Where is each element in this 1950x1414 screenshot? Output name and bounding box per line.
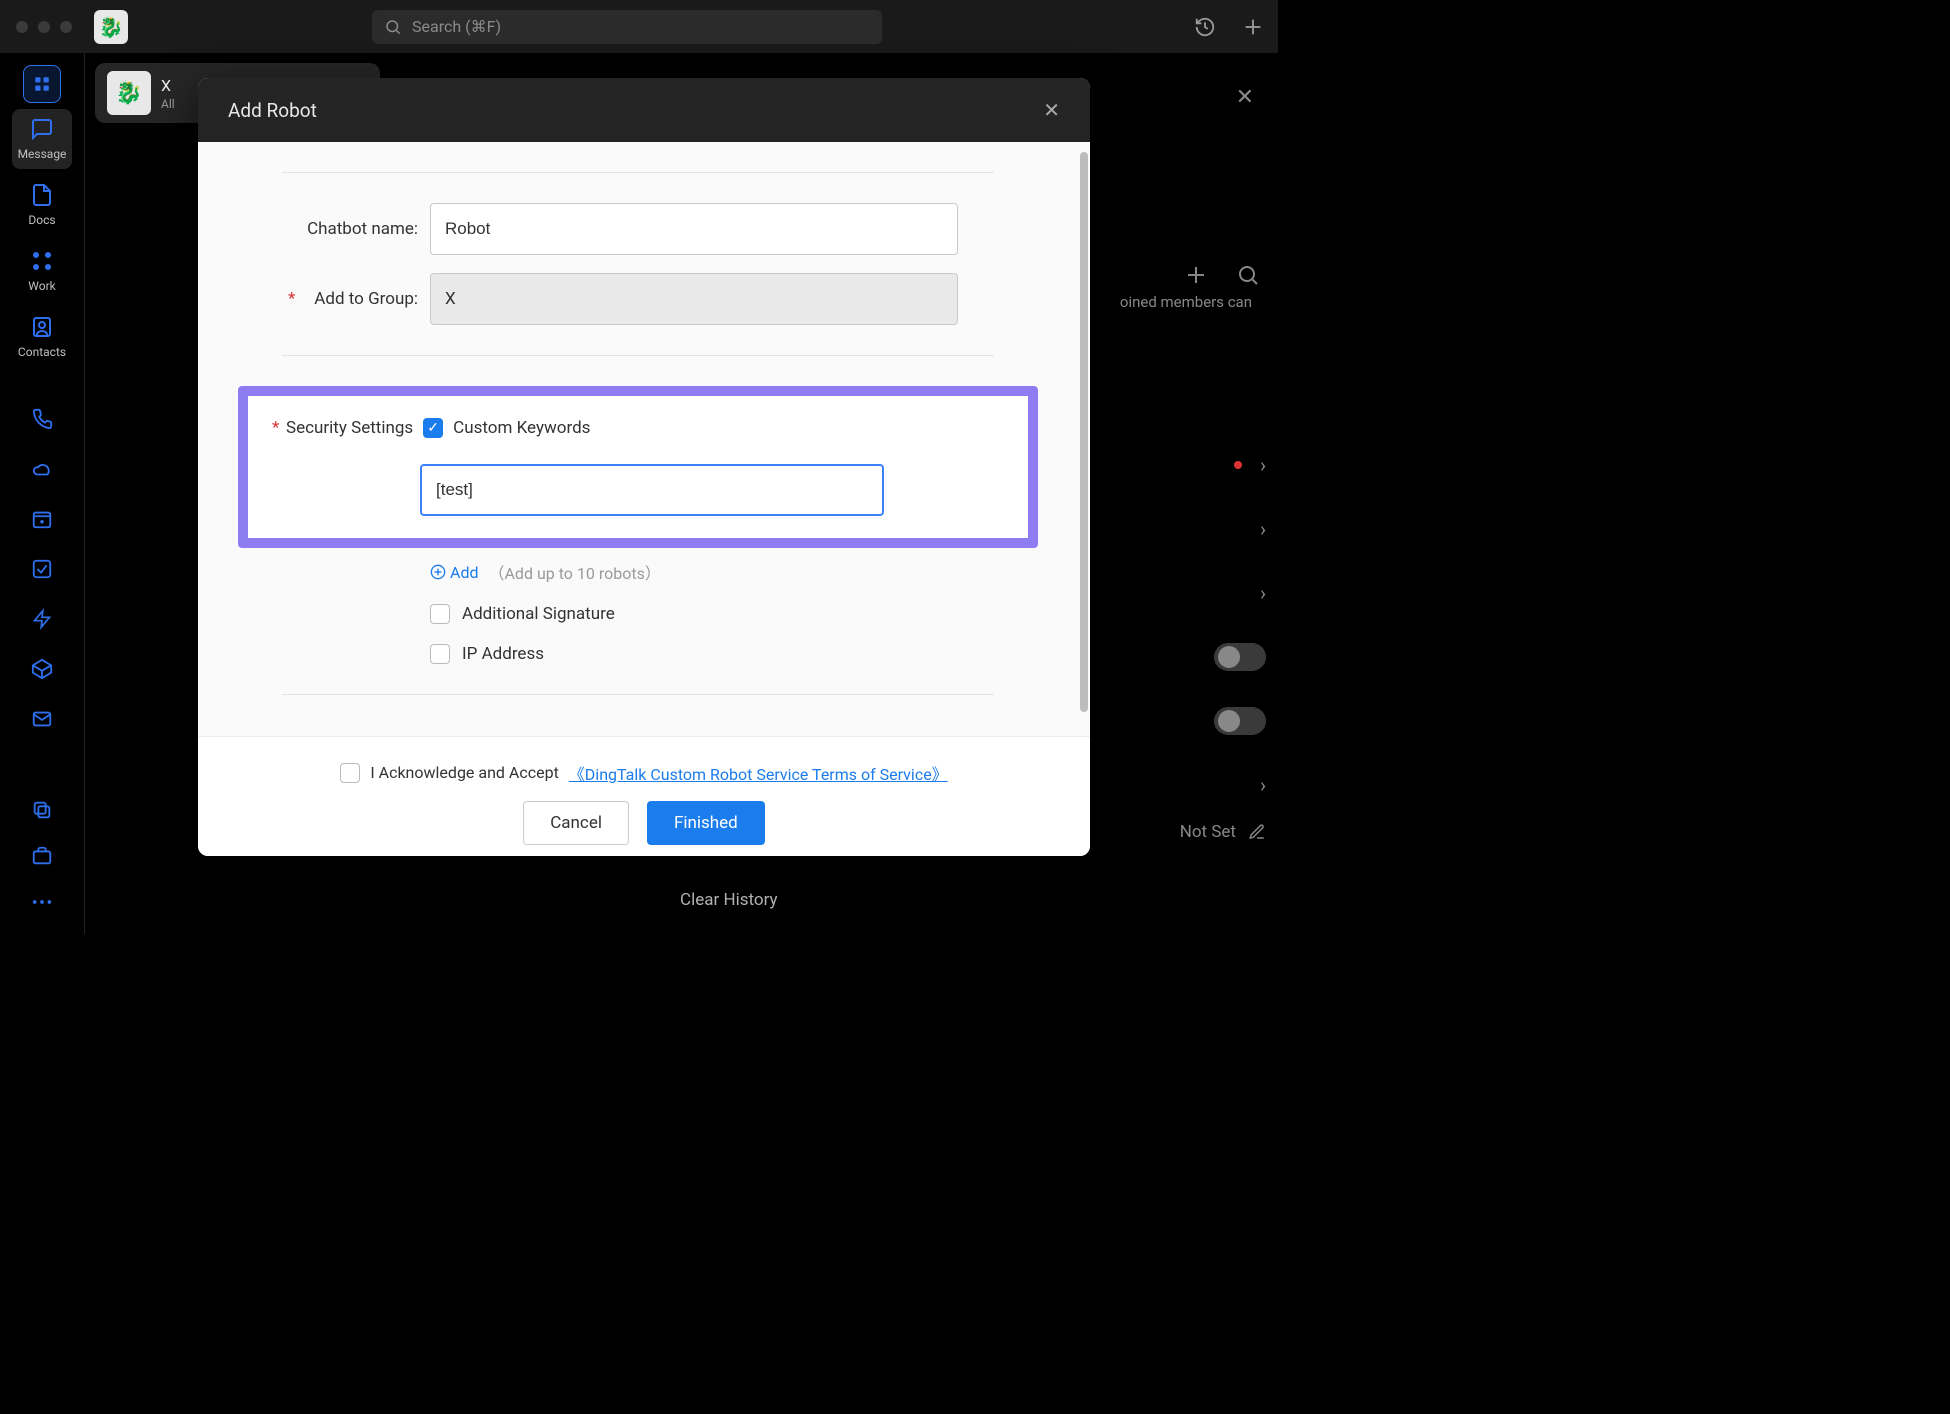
search-placeholder: Search (⌘F) — [412, 17, 501, 36]
hint-text: oined members can — [1120, 293, 1252, 311]
sidebar-item-work[interactable]: Work — [12, 241, 72, 301]
close-window-dot[interactable] — [16, 21, 28, 33]
avatar: 🐉 — [107, 71, 151, 115]
apps-grid-icon[interactable] — [23, 65, 61, 103]
security-settings-label: Security Settings — [286, 418, 413, 438]
custom-keywords-checkbox[interactable]: ✓ — [423, 418, 443, 438]
sidebar-item-docs[interactable]: Docs — [12, 175, 72, 235]
plus-icon[interactable] — [1242, 16, 1264, 38]
sidebar-item-label: Docs — [28, 213, 55, 227]
chevron-right-icon: › — [1260, 581, 1266, 605]
terms-link[interactable]: 《DingTalk Custom Robot Service Terms of … — [569, 761, 948, 785]
chevron-right-icon: › — [1260, 517, 1266, 541]
notification-dot-icon — [1234, 461, 1242, 469]
plus-circle-icon — [430, 564, 446, 580]
sidebar-item-contacts[interactable]: Contacts — [12, 307, 72, 367]
cancel-button[interactable]: Cancel — [523, 801, 629, 845]
check-icon[interactable] — [12, 547, 72, 591]
cloud-icon[interactable] — [12, 447, 72, 491]
additional-signature-label: Additional Signature — [462, 604, 615, 624]
additional-signature-checkbox[interactable] — [430, 604, 450, 624]
close-icon[interactable]: ✕ — [1043, 98, 1060, 122]
modal-body: Chatbot name: Add to Group: X Security S… — [198, 142, 1090, 736]
mail-icon[interactable] — [12, 697, 72, 741]
search-icon — [384, 18, 402, 36]
scrollbar[interactable] — [1080, 152, 1088, 712]
group-readonly: X — [430, 273, 958, 325]
plus-icon[interactable] — [1184, 263, 1208, 287]
search-input[interactable]: Search (⌘F) — [372, 10, 882, 44]
minimize-window-dot[interactable] — [38, 21, 50, 33]
toggle[interactable] — [1214, 707, 1266, 735]
modal-header: Add Robot ✕ — [198, 78, 1090, 142]
chat-title: X — [161, 76, 175, 95]
add-robot-modal: Add Robot ✕ Chatbot name: Add to Group: … — [198, 78, 1090, 856]
ip-address-label: IP Address — [462, 644, 544, 664]
acknowledge-checkbox[interactable] — [340, 763, 360, 783]
close-icon[interactable]: ✕ — [1236, 85, 1254, 110]
copy-icon[interactable] — [12, 788, 72, 832]
sidebar-item-message[interactable]: Message — [12, 109, 72, 169]
window-controls — [16, 21, 72, 33]
sidebar-item-label: Work — [28, 279, 55, 293]
briefcase-icon[interactable] — [12, 834, 72, 878]
divider — [282, 694, 994, 695]
work-icon — [30, 249, 54, 273]
custom-keywords-label: Custom Keywords — [453, 418, 590, 438]
add-keyword-button[interactable]: Add — [430, 563, 478, 582]
sidebar-item-label: Contacts — [18, 345, 66, 359]
finished-label: Finished — [674, 813, 738, 833]
add-to-group-label: Add to Group: — [282, 289, 430, 309]
sidebar: Message Docs Work Contacts — [0, 53, 85, 934]
chat-subtitle: All — [161, 97, 175, 111]
detail-row-clear-history[interactable]: Clear History — [680, 866, 1266, 934]
search-icon[interactable] — [1236, 263, 1260, 287]
chevron-right-icon: › — [1260, 453, 1266, 477]
cancel-label: Cancel — [550, 813, 602, 833]
box-icon[interactable] — [12, 647, 72, 691]
sidebar-item-label: Message — [18, 147, 67, 161]
contacts-icon — [30, 315, 54, 339]
calendar-icon[interactable] — [12, 497, 72, 541]
modal-footer: I Acknowledge and Accept 《DingTalk Custo… — [198, 736, 1090, 856]
history-icon[interactable] — [1194, 16, 1216, 38]
chevron-right-icon: › — [1260, 773, 1266, 797]
modal-title: Add Robot — [228, 99, 317, 122]
more-icon[interactable] — [12, 880, 72, 924]
row-label: Clear History — [680, 890, 778, 910]
chatbot-name-label: Chatbot name: — [282, 219, 430, 239]
group-value: X — [445, 289, 456, 309]
docs-icon — [30, 183, 54, 207]
chat-icon — [30, 117, 54, 141]
app-logo: 🐉 — [94, 10, 128, 44]
divider — [282, 355, 994, 356]
flash-icon[interactable] — [12, 597, 72, 641]
security-settings-highlight: Security Settings ✓ Custom Keywords — [238, 386, 1038, 548]
ip-address-checkbox[interactable] — [430, 644, 450, 664]
titlebar: 🐉 Search (⌘F) — [0, 0, 1278, 53]
zoom-window-dot[interactable] — [60, 21, 72, 33]
add-note: （Add up to 10 robots） — [488, 560, 660, 584]
keyword-input[interactable] — [420, 464, 884, 516]
acknowledge-text: I Acknowledge and Accept — [370, 763, 558, 782]
toggle[interactable] — [1214, 643, 1266, 671]
phone-icon[interactable] — [12, 397, 72, 441]
row-value: Not Set — [1180, 822, 1236, 842]
edit-icon[interactable] — [1248, 823, 1266, 841]
add-label: Add — [450, 563, 478, 582]
finished-button[interactable]: Finished — [647, 801, 765, 845]
chatbot-name-input[interactable] — [430, 203, 958, 255]
divider — [282, 172, 994, 173]
